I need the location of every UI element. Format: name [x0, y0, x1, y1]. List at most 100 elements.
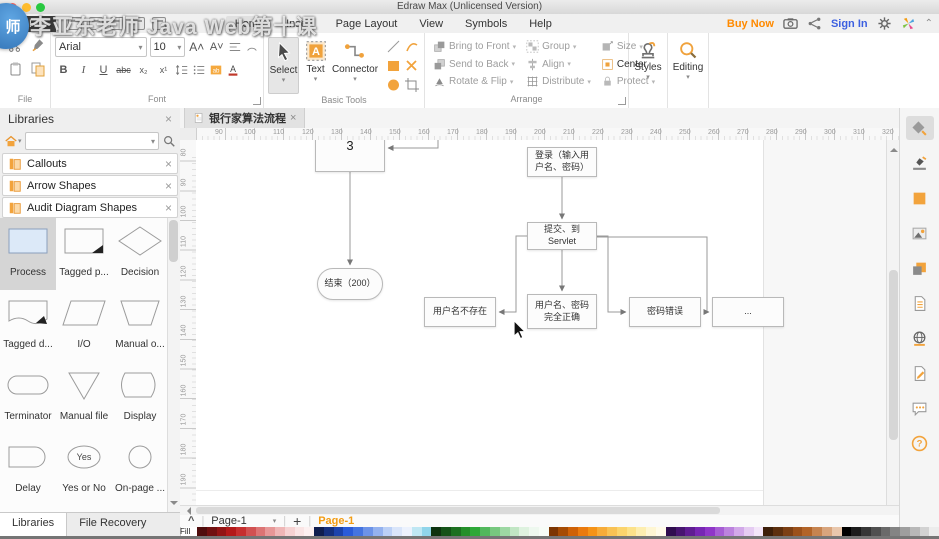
flow-node-dots[interactable]: ... — [712, 297, 784, 327]
vertical-scroll-thumb[interactable] — [889, 270, 898, 440]
color-swatch[interactable] — [431, 527, 441, 536]
text-align-icon[interactable] — [228, 40, 242, 54]
library-shape-i-o[interactable]: I/O — [56, 290, 112, 362]
scroll-down-icon[interactable] — [170, 501, 178, 509]
libraries-close-icon[interactable]: × — [165, 114, 172, 124]
document-tab[interactable]: 银行家算法流程 × — [184, 108, 305, 128]
color-swatch[interactable] — [539, 527, 549, 536]
color-swatch[interactable] — [861, 527, 871, 536]
preview-icon[interactable] — [152, 17, 166, 30]
color-swatch[interactable] — [324, 527, 334, 536]
color-swatch[interactable] — [412, 527, 422, 536]
menu-tab-help[interactable]: Help — [520, 16, 561, 32]
color-swatch[interactable] — [441, 527, 451, 536]
color-swatch[interactable] — [656, 527, 666, 536]
flow-node-submit[interactable]: 提交、到Servlet — [527, 222, 597, 250]
line-style-icon[interactable] — [906, 151, 934, 175]
flow-node-login[interactable]: 登录（输入用户名、密码） — [527, 147, 597, 177]
library-search-select[interactable]: ▾ — [25, 132, 159, 150]
color-swatch[interactable] — [617, 527, 627, 536]
color-swatch[interactable] — [383, 527, 393, 536]
library-section-close-icon[interactable]: × — [165, 159, 172, 169]
color-swatch[interactable] — [881, 527, 891, 536]
color-swatch[interactable] — [871, 527, 881, 536]
menu-tab-page-layout[interactable]: Page Layout — [327, 16, 407, 32]
color-swatch[interactable] — [207, 527, 217, 536]
increase-font-icon[interactable]: A˄ — [188, 40, 205, 54]
connector-tool-button[interactable]: Connector▾ — [332, 37, 378, 94]
copy-icon[interactable] — [30, 61, 46, 77]
cross-tool-icon[interactable] — [404, 58, 420, 74]
panel-tab-libraries[interactable]: Libraries — [0, 513, 67, 537]
library-section-close-icon[interactable]: × — [165, 203, 172, 213]
arrange-distribute[interactable]: Distribute▾ — [526, 74, 591, 89]
color-swatch[interactable] — [627, 527, 637, 536]
vertical-scrollbar[interactable] — [886, 140, 900, 505]
scroll-left-icon[interactable] — [183, 507, 191, 515]
library-shape-tagged-p-[interactable]: Tagged p... — [56, 218, 112, 290]
color-swatch[interactable] — [392, 527, 402, 536]
flow-connector-5[interactable] — [597, 236, 626, 312]
hyperlink-icon[interactable] — [906, 326, 934, 350]
color-swatch[interactable] — [480, 527, 490, 536]
insert-picture-icon[interactable] — [906, 221, 934, 245]
color-swatch[interactable] — [236, 527, 246, 536]
flow-node-wrongpw[interactable]: 密码错误 — [629, 297, 701, 327]
library-shape-yes-or-no[interactable]: YesYes or No — [56, 434, 112, 506]
color-swatch[interactable] — [597, 527, 607, 536]
arrange-bring-to-front[interactable]: Bring to Front▾ — [433, 39, 516, 54]
color-swatch[interactable] — [519, 527, 529, 536]
library-section-close-icon[interactable]: × — [165, 181, 172, 191]
color-swatch[interactable] — [246, 527, 256, 536]
color-swatch[interactable] — [929, 527, 939, 536]
color-swatch[interactable] — [851, 527, 861, 536]
scroll-up-icon[interactable] — [890, 144, 898, 152]
color-swatch[interactable] — [500, 527, 510, 536]
library-shape-process[interactable]: Process — [0, 218, 56, 290]
color-swatch[interactable] — [832, 527, 842, 536]
italic-button[interactable]: I — [75, 64, 92, 76]
library-shape-delay[interactable]: Delay — [0, 434, 56, 506]
color-swatch[interactable] — [285, 527, 295, 536]
color-swatch[interactable] — [490, 527, 500, 536]
color-swatch[interactable] — [422, 527, 432, 536]
line-tool-icon[interactable] — [386, 39, 402, 55]
page-selector[interactable]: Page-1▾ — [211, 515, 276, 527]
color-swatch[interactable] — [217, 527, 227, 536]
color-swatch[interactable] — [636, 527, 646, 536]
bold-button[interactable]: B — [55, 64, 72, 76]
note-icon[interactable] — [906, 291, 934, 315]
library-section-arrow-shapes[interactable]: Arrow Shapes× — [2, 175, 178, 196]
color-swatch[interactable] — [275, 527, 285, 536]
save-icon[interactable] — [110, 17, 124, 30]
color-swatch[interactable] — [304, 527, 314, 536]
color-swatch[interactable] — [510, 527, 520, 536]
drawing-canvas[interactable]: 3登录（输入用户名、密码）提交、到Servlet结束（200）用户名不存在用户名… — [196, 140, 886, 505]
color-swatch[interactable] — [724, 527, 734, 536]
decrease-font-icon[interactable]: A˅ — [208, 41, 225, 53]
color-swatch[interactable] — [793, 527, 803, 536]
arrange-group[interactable]: Group▾ — [526, 39, 591, 54]
color-swatch[interactable] — [666, 527, 676, 536]
library-section-audit-diagram-shapes[interactable]: Audit Diagram Shapes× — [2, 197, 178, 218]
color-swatch[interactable] — [256, 527, 266, 536]
page-tab-active[interactable]: Page-1 — [318, 515, 354, 527]
print-icon[interactable] — [131, 17, 145, 30]
rectangle-tool-icon[interactable] — [386, 58, 402, 74]
flow-node-end[interactable]: 结束（200） — [317, 268, 383, 300]
color-swatch[interactable] — [822, 527, 832, 536]
color-swatch[interactable] — [695, 527, 705, 536]
library-shape-manual-o-[interactable]: Manual o... — [112, 290, 168, 362]
settings-gear-icon[interactable] — [877, 16, 892, 31]
flow-connector-3[interactable] — [499, 236, 527, 312]
format-shape-icon[interactable] — [906, 116, 934, 140]
color-swatch[interactable] — [334, 527, 344, 536]
color-swatch[interactable] — [754, 527, 764, 536]
collapse-ribbon-icon[interactable]: ⌃ — [925, 18, 933, 29]
menu-tab-insert[interactable]: Insert — [277, 16, 323, 32]
library-shape-decision[interactable]: Decision — [112, 218, 168, 290]
font-family-select[interactable]: Arial▾ — [55, 37, 147, 57]
color-swatch[interactable] — [461, 527, 471, 536]
library-shape-terminator[interactable]: Terminator — [0, 362, 56, 434]
shapes-icon[interactable] — [906, 256, 934, 280]
